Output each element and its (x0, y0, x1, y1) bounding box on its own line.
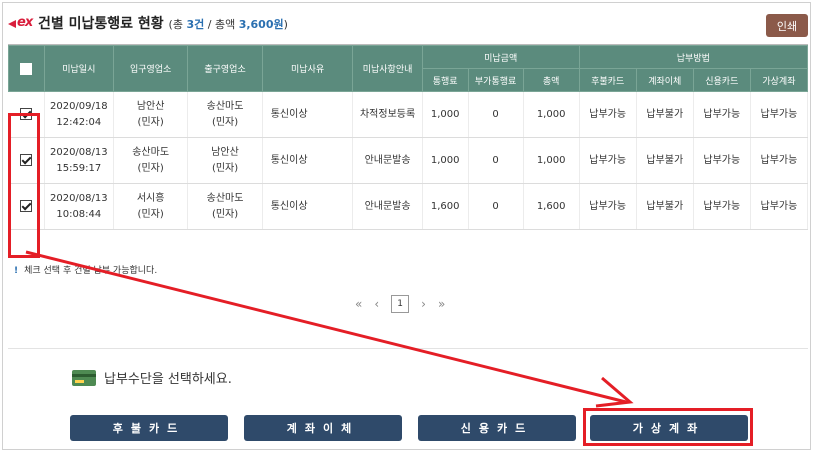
annotation-arrow-icon (25, 250, 634, 408)
